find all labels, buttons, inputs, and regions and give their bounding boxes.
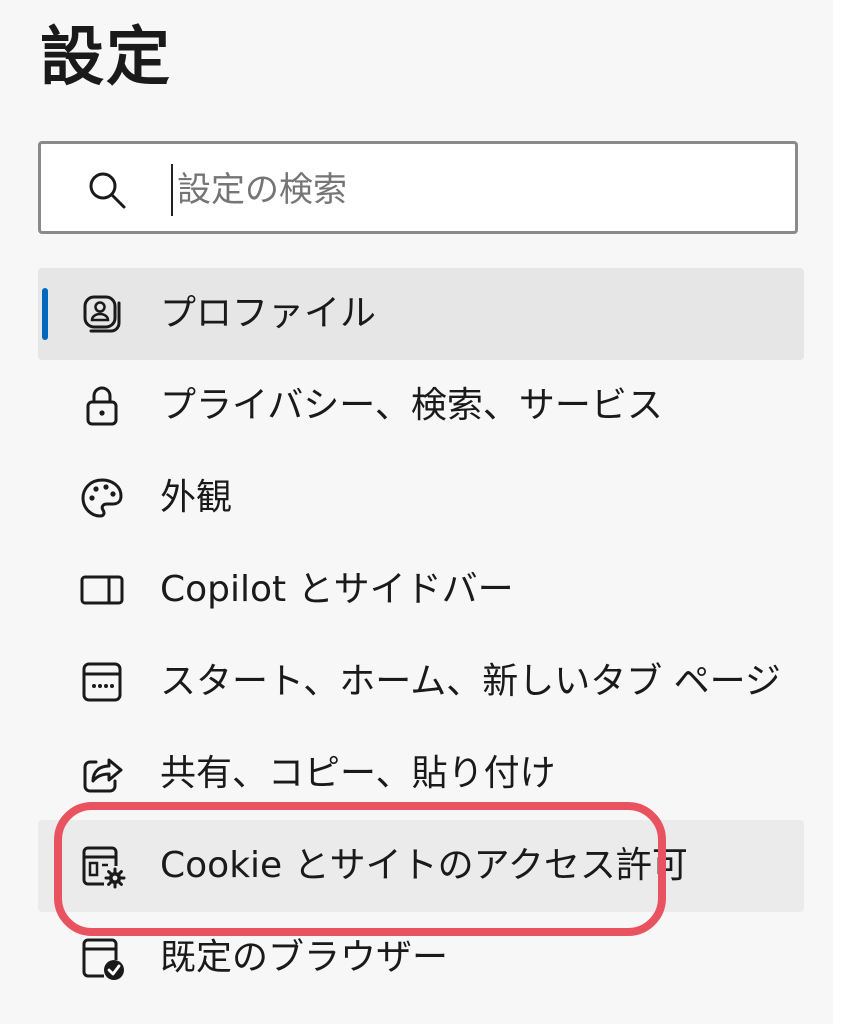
nav-item-label: プライバシー、検索、サービス <box>160 385 663 426</box>
default-browser-icon <box>82 938 124 980</box>
nav-item-appearance[interactable]: 外観 <box>38 452 804 544</box>
nav-item-share-copy-paste[interactable]: 共有、コピー、貼り付け <box>38 728 804 820</box>
search-input[interactable] <box>177 158 757 222</box>
nav-item-label: スタート、ホーム、新しいタブ ページ <box>160 661 781 702</box>
sidebar-icon <box>80 575 124 605</box>
nav-item-label: Copilot とサイドバー <box>160 569 514 610</box>
nav-item-label: 共有、コピー、貼り付け <box>160 753 556 794</box>
search-icon <box>89 172 126 209</box>
nav-item-label: 既定のブラウザー <box>160 937 449 978</box>
new-tab-page-icon <box>82 662 122 702</box>
content-pane-edge <box>833 0 853 1024</box>
nav-item-start-home-newtab[interactable]: スタート、ホーム、新しいタブ ページ <box>38 636 804 728</box>
nav-item-privacy[interactable]: プライバシー、検索、サービス <box>38 360 804 452</box>
palette-icon <box>81 478 123 518</box>
share-icon <box>83 758 123 793</box>
nav-item-cookies-site-permissions[interactable]: Cookie とサイトのアクセス許可 <box>38 820 804 912</box>
selection-indicator <box>42 288 48 340</box>
nav-item-copilot-sidebar[interactable]: Copilot とサイドバー <box>38 544 804 636</box>
nav-item-profile[interactable]: プロファイル <box>38 268 804 360</box>
nav-item-label: 外観 <box>160 477 233 518</box>
search-box[interactable] <box>38 141 798 234</box>
site-permissions-icon <box>82 846 126 889</box>
profile-icon <box>83 295 121 333</box>
nav-item-label: プロファイル <box>160 293 377 334</box>
nav-item-label: Cookie とサイトのアクセス許可 <box>160 845 688 886</box>
text-caret <box>171 164 173 216</box>
nav-item-default-browser[interactable]: 既定のブラウザー <box>38 912 804 1004</box>
settings-nav: プロファイル プライバシー、検索、サービス 外観 Copilot とサイドバー <box>38 268 804 1004</box>
lock-icon <box>86 386 118 426</box>
page-title: 設定 <box>40 21 172 95</box>
